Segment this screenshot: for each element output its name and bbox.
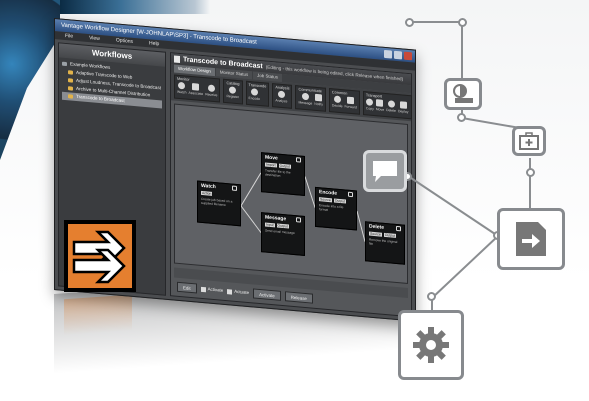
gear-icon xyxy=(398,310,464,380)
first-aid-kit-icon xyxy=(512,126,546,156)
graph-node-dot xyxy=(427,292,436,301)
contrast-ruler-icon xyxy=(444,78,482,110)
graph-node-dot xyxy=(526,168,535,177)
stage: Vantage Workflow Designer [W-JOHNLAP\SP3… xyxy=(0,0,589,401)
workflow-graph xyxy=(407,21,531,310)
graph-node-dot xyxy=(457,113,466,122)
graph-node-dot xyxy=(458,18,467,27)
graph-node-dot xyxy=(405,18,414,27)
document-arrow-icon xyxy=(497,208,565,270)
speech-bubble-icon xyxy=(363,150,407,192)
